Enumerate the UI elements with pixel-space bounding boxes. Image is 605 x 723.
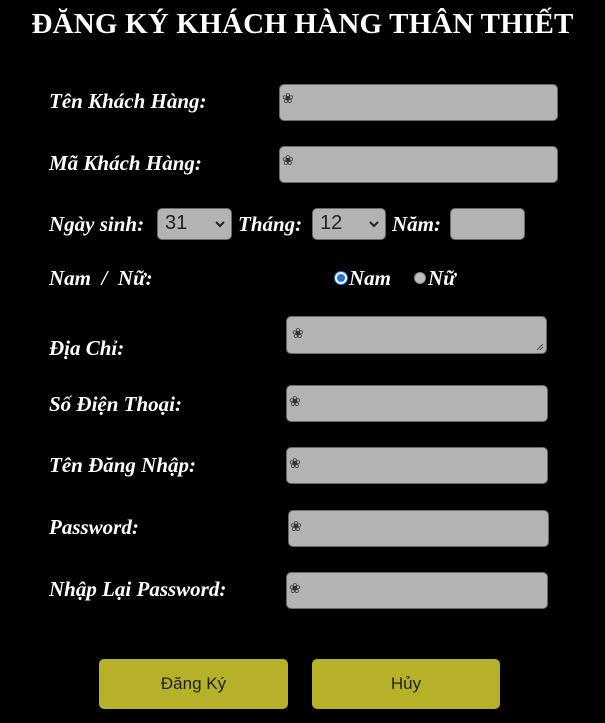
phone-input[interactable]: ❀ (286, 385, 548, 422)
flower-icon: ❀ (282, 91, 294, 107)
birth-day-label: Ngày sinh: (49, 212, 145, 236)
flower-icon: ❀ (289, 456, 301, 472)
birth-year-label: Năm: (392, 212, 441, 236)
gender-radio-female[interactable] (414, 272, 426, 284)
password-input[interactable]: ❀ (288, 510, 549, 547)
address-textarea[interactable]: ❀ (286, 316, 547, 354)
birth-day-value: 31 (165, 212, 188, 234)
birth-year-input[interactable] (450, 208, 525, 240)
password-label: Password: (49, 515, 139, 539)
customer-name-input[interactable]: ❀ (279, 84, 558, 121)
customer-name-label: Tên Khách Hàng: (49, 89, 207, 113)
cancel-button[interactable]: Hủy (312, 659, 500, 709)
confirm-password-label: Nhập Lại Password: (49, 577, 227, 601)
username-input[interactable]: ❀ (286, 447, 548, 484)
confirm-password-input[interactable]: ❀ (286, 572, 548, 609)
gender-radio-male[interactable] (335, 272, 347, 284)
customer-code-input[interactable]: ❀ (279, 146, 558, 183)
gender-label: Nam / Nữ: (49, 266, 153, 290)
phone-label: Số Điện Thoại: (49, 392, 183, 416)
flower-icon: ❀ (290, 519, 302, 535)
register-button[interactable]: Đăng Ký (99, 659, 288, 709)
chevron-down-icon (215, 221, 225, 228)
gender-option-male: Nam (349, 266, 391, 290)
flower-icon: ❀ (289, 394, 301, 410)
birth-month-value: 12 (320, 212, 343, 234)
birth-month-select[interactable]: 12 (312, 208, 386, 240)
birth-month-label: Tháng: (238, 212, 303, 236)
customer-code-label: Mã Khách Hàng: (49, 151, 202, 175)
chevron-down-icon (369, 221, 379, 228)
flower-icon: ❀ (289, 581, 301, 597)
page-title: ĐĂNG KÝ KHÁCH HÀNG THÂN THIẾT (31, 8, 574, 40)
username-label: Tên Đăng Nhập: (49, 453, 197, 477)
gender-option-female: Nữ (428, 266, 456, 290)
address-label: Địa Chỉ: (49, 336, 125, 360)
flower-icon: ❀ (282, 153, 294, 169)
resize-handle-icon[interactable] (536, 343, 544, 351)
birth-day-select[interactable]: 31 (157, 208, 232, 240)
flower-icon: ❀ (292, 326, 304, 342)
